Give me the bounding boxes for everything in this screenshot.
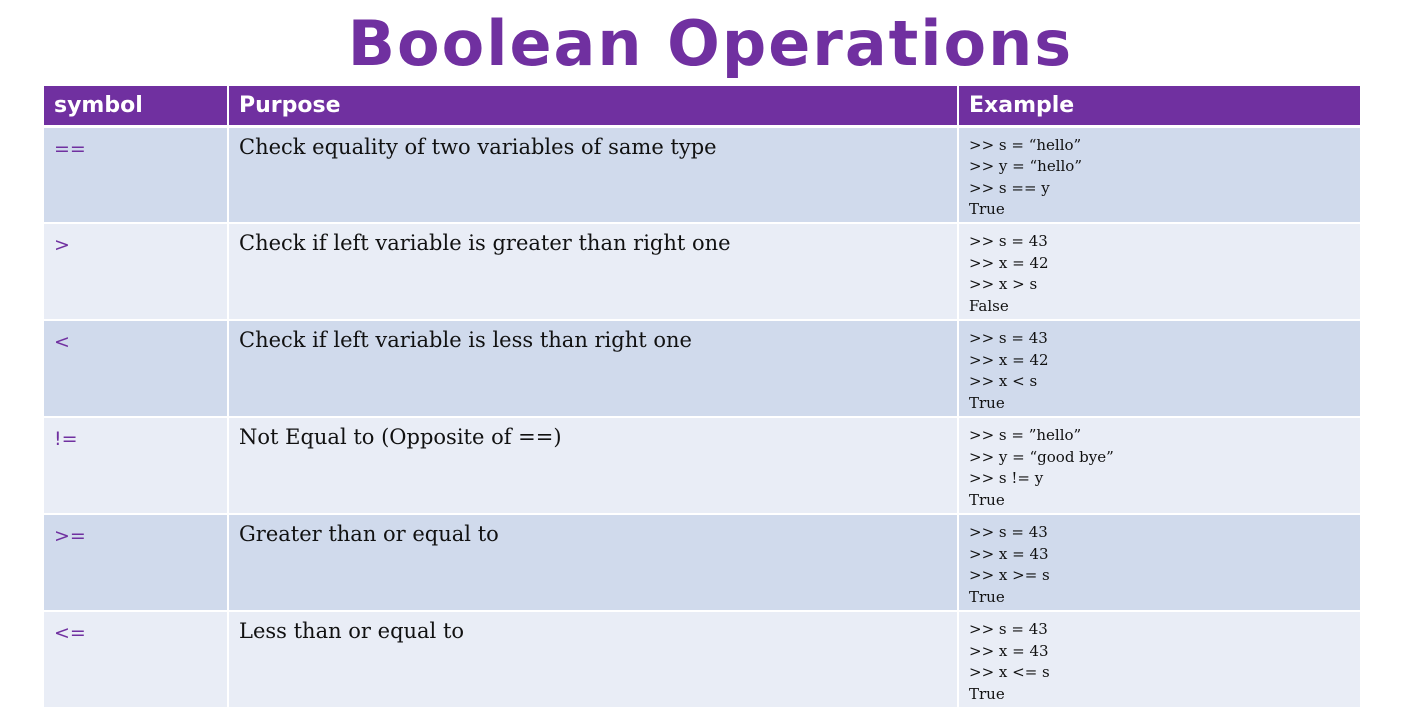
example-result: True [969, 200, 1005, 218]
purpose-cell: Check equality of two variables of same … [228, 126, 959, 224]
purpose-cell: Not Equal to (Opposite of ==) [228, 417, 959, 515]
example-cell: >> s = 43 >> x = 42 >> x > s False [958, 223, 1360, 321]
example-line: >> s = 43 [969, 232, 1048, 250]
table-row: <= Less than or equal to >> s = 43 >> x … [44, 611, 1360, 709]
symbol-cell: > [44, 223, 229, 321]
symbol-cell: < [44, 320, 229, 418]
header-purpose: Purpose [228, 86, 959, 128]
example-line: >> x = 43 [969, 641, 1049, 660]
example-cell: >> s = “hello” >> y = “hello” >> s == y … [958, 126, 1360, 224]
example-line: >> y = “good bye” [969, 447, 1114, 466]
header-example: Example [958, 86, 1360, 128]
example-result: True [969, 490, 1005, 509]
example-line: >> x > s [969, 275, 1038, 293]
example-cell: >> s = 43 >> x = 42 >> x < s True [958, 320, 1360, 418]
example-line: >> x = 43 [969, 544, 1049, 563]
example-result: True [969, 393, 1005, 412]
example-line: >> x >= s [969, 566, 1050, 584]
boolean-operations-table: symbol Purpose Example == Check equality… [44, 86, 1360, 709]
example-line: >> s == y [969, 178, 1050, 197]
example-line: >> s = “hello” [969, 135, 1082, 154]
table-row: < Check if left variable is less than ri… [44, 320, 1360, 418]
table-header: symbol Purpose Example [44, 86, 1360, 128]
example-line: >> x = 42 [969, 350, 1049, 369]
table-row: > Check if left variable is greater than… [44, 223, 1360, 321]
example-line: >> x < s [969, 372, 1038, 390]
purpose-cell: Check if left variable is greater than r… [228, 223, 959, 321]
purpose-cell: Check if left variable is less than righ… [228, 320, 959, 418]
purpose-cell: Greater than or equal to [228, 514, 959, 612]
purpose-cell: Less than or equal to [228, 611, 959, 709]
example-line: >> y = “hello” [969, 157, 1082, 175]
example-result: True [969, 684, 1005, 703]
symbol-cell: <= [44, 611, 229, 709]
table-row: == Check equality of two variables of sa… [44, 126, 1360, 224]
example-result: True [969, 587, 1005, 606]
example-line: >> x = 42 [969, 253, 1049, 272]
symbol-cell: == [44, 126, 229, 224]
header-row: symbol Purpose Example [44, 86, 1360, 128]
table-body: == Check equality of two variables of sa… [44, 126, 1360, 709]
example-line: >> x <= s [969, 663, 1050, 681]
symbol-cell: >= [44, 514, 229, 612]
symbol-cell: != [44, 417, 229, 515]
example-cell: >> s = 43 >> x = 43 >> x >= s True [958, 514, 1360, 612]
table-row: >= Greater than or equal to >> s = 43 >>… [44, 514, 1360, 612]
example-cell: >> s = ”hello” >> y = “good bye” >> s !=… [958, 417, 1360, 515]
example-line: >> s != y [969, 469, 1044, 487]
example-result: False [969, 296, 1009, 315]
page-title: Boolean Operations [347, 7, 1074, 80]
example-line: >> s = 43 [969, 523, 1048, 541]
header-symbol: symbol [44, 86, 229, 128]
example-line: >> s = ”hello” [969, 426, 1082, 444]
table-row: != Not Equal to (Opposite of ==) >> s = … [44, 417, 1360, 515]
example-line: >> s = 43 [969, 620, 1048, 638]
example-cell: >> s = 43 >> x = 43 >> x <= s True [958, 611, 1360, 709]
example-line: >> s = 43 [969, 329, 1048, 347]
